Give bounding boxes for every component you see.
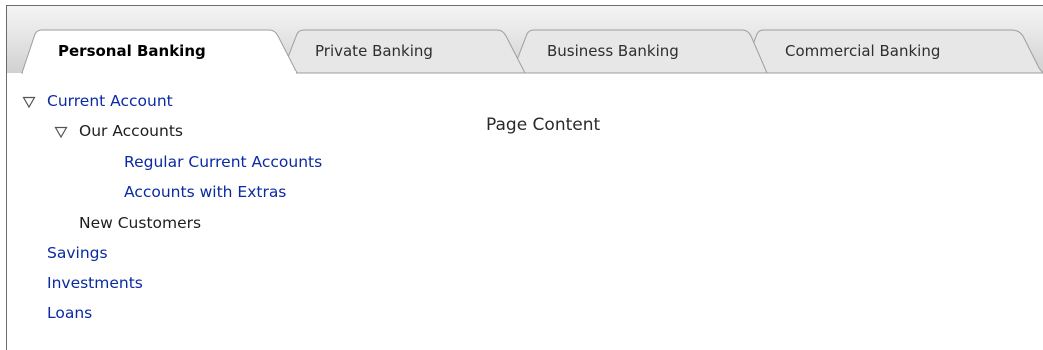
tree-item-investments[interactable]: Investments — [47, 271, 143, 295]
tab-personal-banking[interactable]: Personal Banking — [58, 39, 206, 63]
tree-item-regular-current-accounts[interactable]: Regular Current Accounts — [124, 150, 322, 174]
tab-business-banking[interactable]: Business Banking — [547, 39, 679, 63]
collapse-triangle-icon[interactable] — [54, 125, 68, 139]
tab-commercial-banking[interactable]: Commercial Banking — [785, 39, 940, 63]
tree-item-loans[interactable]: Loans — [47, 301, 92, 325]
tree-item-savings[interactable]: Savings — [47, 241, 108, 265]
application-frame: Personal Banking Private Banking Busines… — [6, 5, 1043, 350]
tree-item-our-accounts[interactable]: Our Accounts — [79, 119, 183, 143]
tree-item-current-account[interactable]: Current Account — [47, 89, 173, 113]
tree-item-accounts-with-extras[interactable]: Accounts with Extras — [124, 180, 286, 204]
page-content-text: Page Content — [486, 115, 601, 135]
tree-item-new-customers[interactable]: New Customers — [79, 211, 201, 235]
collapse-triangle-icon[interactable] — [22, 95, 36, 109]
tab-private-banking[interactable]: Private Banking — [315, 39, 433, 63]
